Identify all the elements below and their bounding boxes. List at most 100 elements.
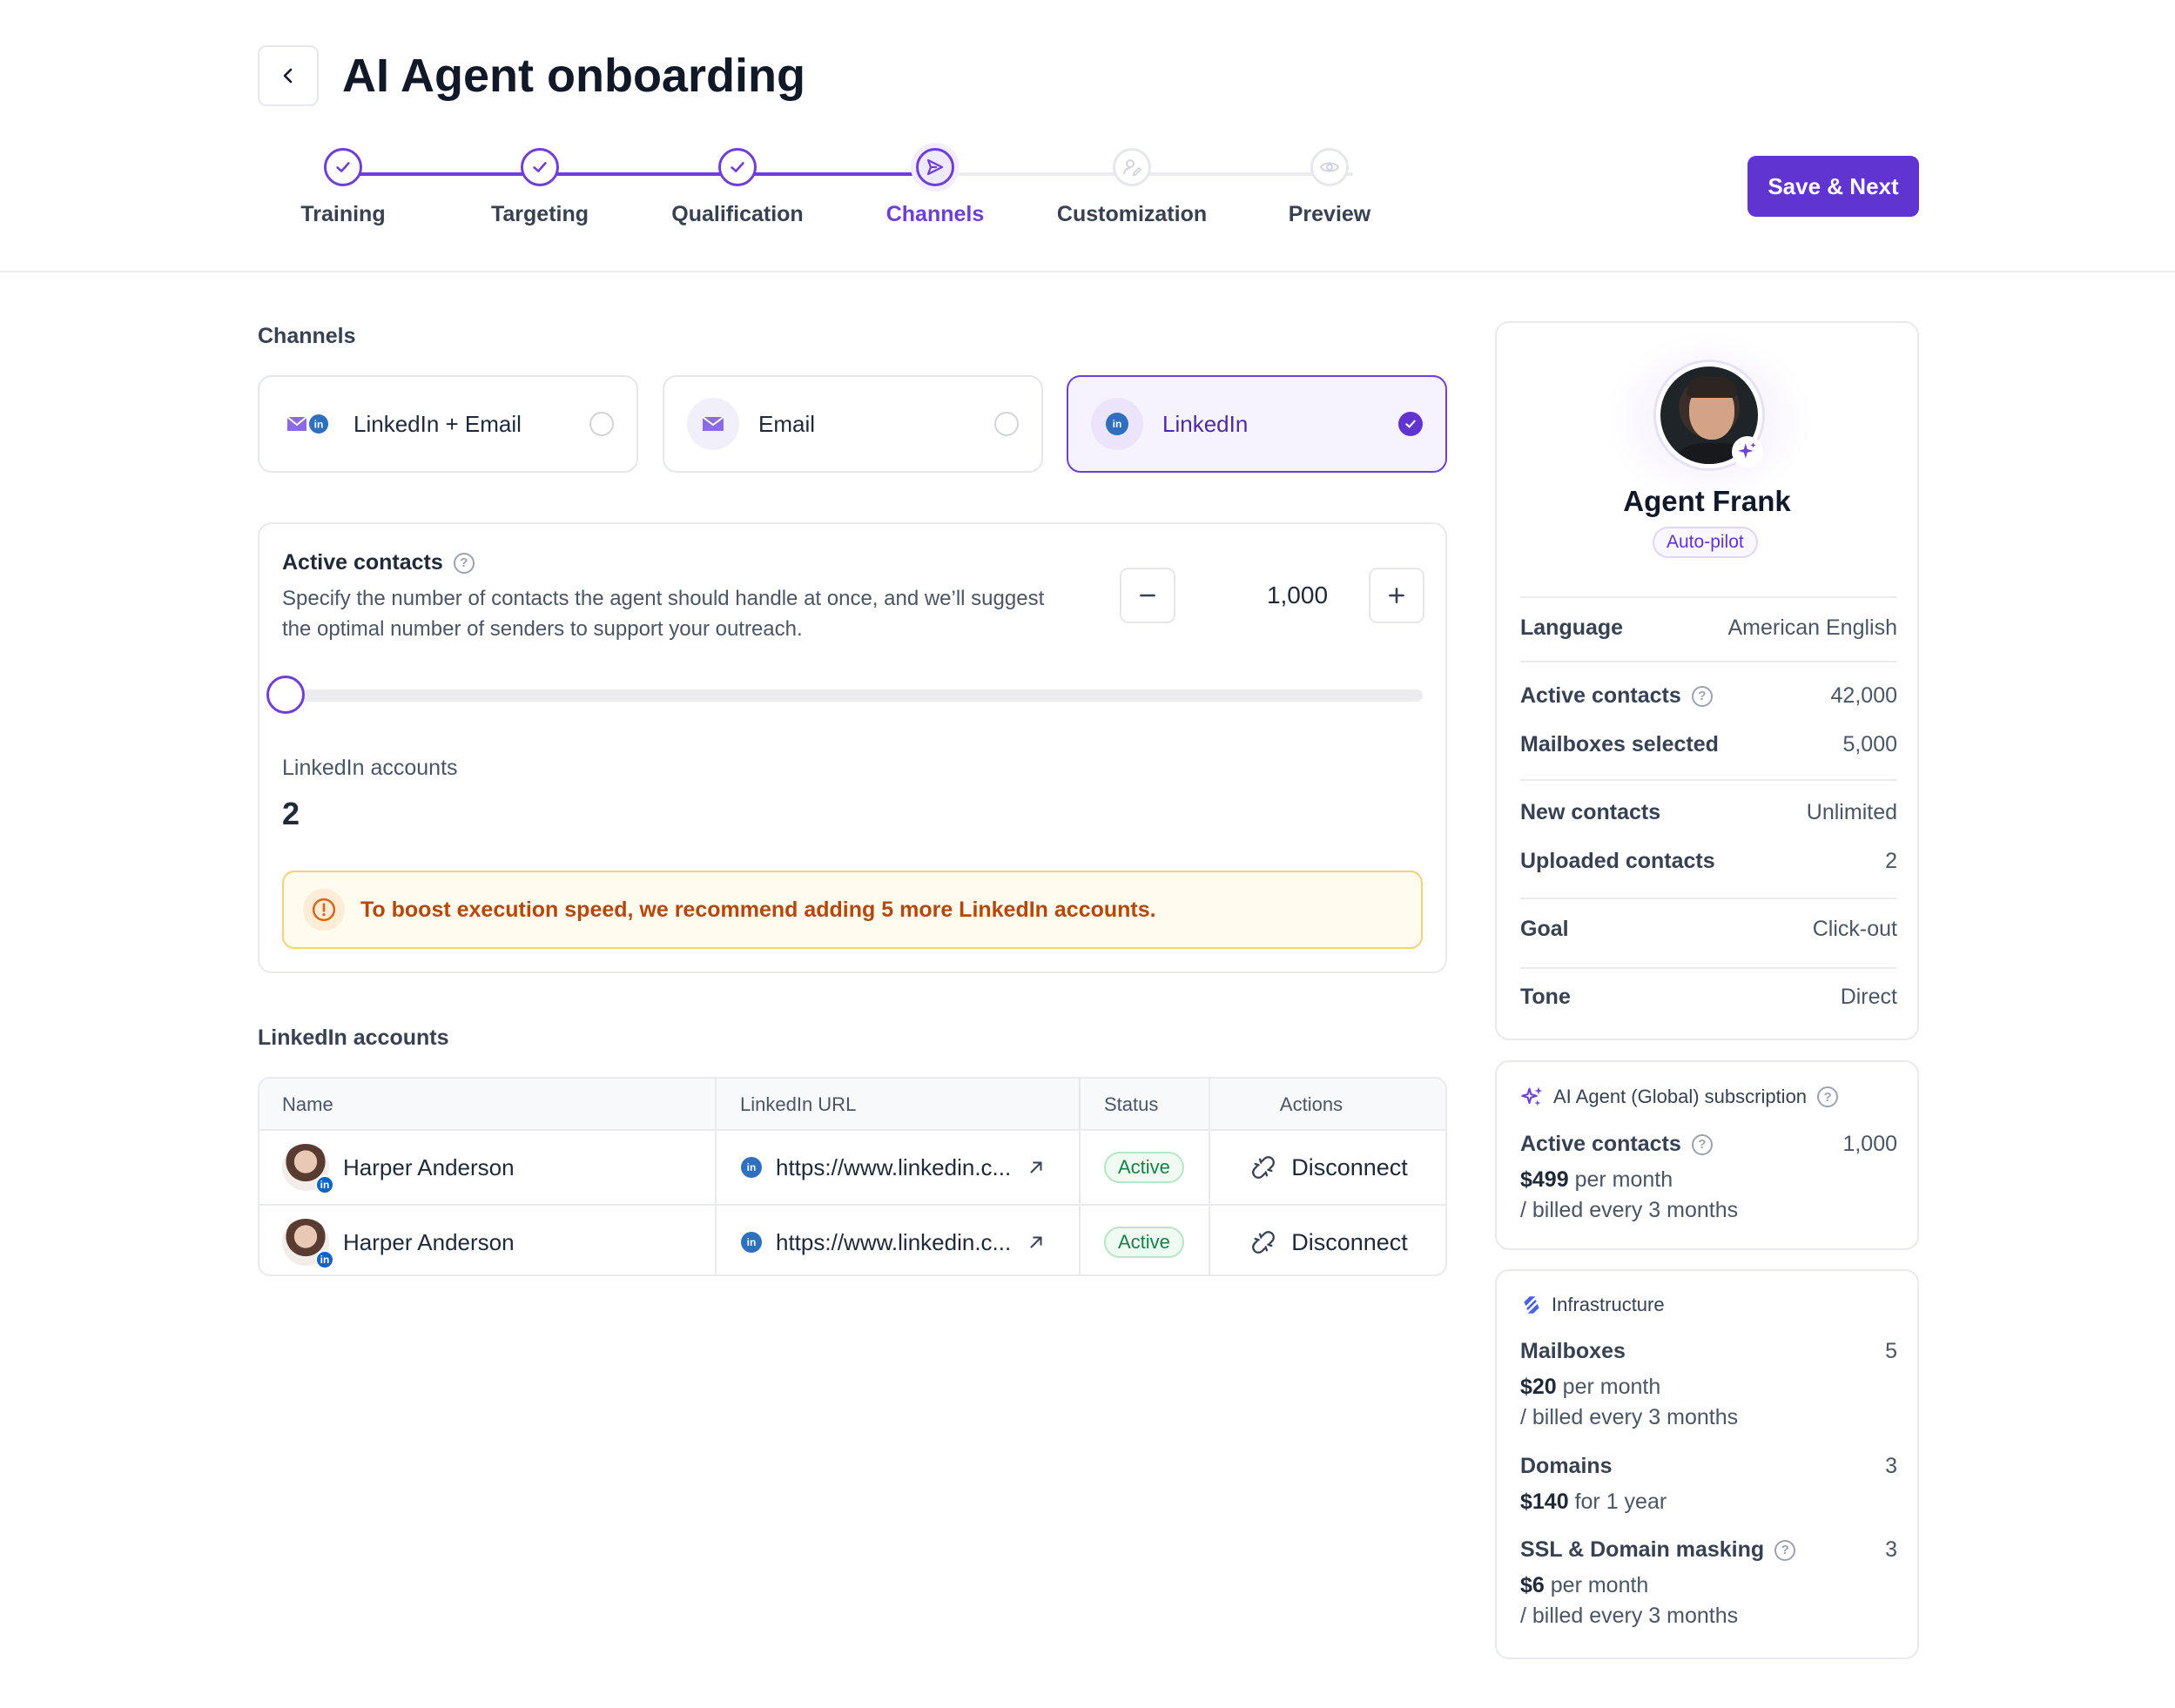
account-url[interactable]: https://www.linkedin.c... [776,1154,1011,1181]
external-link-icon[interactable] [1027,1158,1046,1177]
ai-sparkles-icon [1520,1085,1545,1109]
help-icon[interactable]: ? [1774,1539,1796,1561]
channel-option-email[interactable]: Email [663,375,1043,473]
infra-mailboxes: Mailboxes 5 [1520,1339,1897,1364]
info-row-tone: Tone Direct [1520,985,1897,1010]
info-value: 2 [1885,849,1897,873]
table-header: Name LinkedIn URL Status Actions [259,1079,1445,1131]
active-contacts-slider[interactable] [266,676,1423,714]
check-icon [1405,420,1416,428]
alert-circle-icon [303,889,345,931]
step-label: Customization [1056,202,1208,226]
active-contacts-description: Specify the number of contacts the agent… [282,587,1045,641]
disconnect-label: Disconnect [1291,1228,1408,1255]
infra-ssl: SSL & Domain masking? 3 [1520,1537,1897,1563]
mail-icon [687,398,739,450]
kv-key: Domains [1520,1454,1613,1478]
onboarding-stepper: Training Targeting Qualification Channel… [258,148,1424,252]
step-qualification[interactable]: Qualification [639,148,836,227]
page-title: AI Agent onboarding [342,50,805,102]
avatar: in [282,1144,334,1194]
linkedin-badge-icon: in [315,1175,334,1194]
help-icon[interactable]: ? [1817,1086,1839,1107]
step-label: Qualification [671,202,804,226]
minus-icon [1140,594,1155,597]
column-header-url: LinkedIn URL [740,1093,857,1115]
linkedin-icon: in [741,1157,762,1178]
disconnect-button[interactable]: Disconnect [1249,1153,1408,1181]
linkedin-badge-icon: in [315,1250,334,1269]
check-icon [521,148,559,186]
info-key: Language [1520,615,1624,640]
subscription-card: AI Agent (Global) subscription ? Active … [1495,1060,1919,1250]
sparkle-icon [1732,436,1763,467]
info-key: Tone [1520,985,1571,1009]
actions-cell: Disconnect [1210,1206,1445,1274]
infrastructure-header: Infrastructure [1520,1294,1665,1316]
account-url[interactable]: https://www.linkedin.c... [776,1229,1011,1256]
step-label: Preview [1288,202,1371,226]
channel-radio[interactable] [994,412,1019,436]
step-training[interactable]: Training [245,148,441,227]
agent-name: Agent Frank [1623,485,1791,517]
unlink-icon [1252,1231,1276,1254]
infrastructure-card: Infrastructure Mailboxes 5 $20 per month… [1495,1269,1919,1659]
actions-cell: Disconnect [1210,1131,1445,1204]
linkedin-accounts-label: LinkedIn accounts [282,756,458,780]
save-next-button[interactable]: Save & Next [1747,156,1919,217]
status-cell: Active [1104,1206,1184,1274]
info-value: Direct [1840,985,1897,1009]
info-divider [1520,779,1897,781]
linkedin-accounts-count: 2 [282,796,300,831]
channel-radio-checked[interactable] [1398,412,1423,436]
subscription-header: AI Agent (Global) subscription ? [1520,1085,1839,1109]
kv-value: 3 [1885,1454,1897,1478]
increment-button[interactable] [1369,568,1424,623]
slider-thumb[interactable] [266,676,305,714]
info-value: American English [1727,615,1897,640]
disconnect-button[interactable]: Disconnect [1249,1228,1408,1256]
mail-linkedin-icon: in [282,398,334,450]
send-icon [916,148,954,186]
subscription-price: $499 per month / billed every 3 months [1520,1167,1739,1222]
user-edit-icon [1113,148,1151,186]
infra-ssl-price: $6 per month / billed every 3 months [1520,1573,1739,1628]
help-icon[interactable]: ? [1691,1133,1713,1155]
help-icon[interactable]: ? [453,552,475,574]
info-divider [1520,596,1897,598]
url-cell[interactable]: in https://www.linkedin.c... [741,1131,1046,1204]
kv-key: Active contacts? [1520,1132,1713,1157]
kv-key: SSL & Domain masking? [1520,1537,1796,1563]
status-badge: Active [1104,1152,1184,1183]
info-row-language: Language American English [1520,615,1897,641]
back-button[interactable] [258,45,319,106]
subscription-active-contacts: Active contacts? 1,000 [1520,1132,1897,1157]
channel-label: LinkedIn + Email [354,410,522,437]
infrastructure-title: Infrastructure [1552,1294,1665,1315]
help-icon[interactable]: ? [1691,685,1713,707]
step-channels[interactable]: Channels [837,148,1034,227]
decrement-button[interactable] [1120,568,1175,623]
kv-key: Mailboxes [1520,1339,1626,1363]
info-key: Uploaded contacts [1520,849,1715,873]
info-value: Click-out [1812,917,1897,941]
step-customization[interactable]: Customization [1034,148,1230,227]
active-contacts-card: Active contacts ? Specify the number of … [258,522,1447,973]
infra-mailboxes-price: $20 per month / billed every 3 months [1520,1375,1739,1429]
unlink-icon [1252,1156,1276,1179]
check-icon [718,148,757,186]
step-targeting[interactable]: Targeting [441,148,638,227]
channel-radio[interactable] [589,412,614,436]
linkedin-icon: in [741,1232,762,1253]
column-header-name: Name [282,1093,333,1115]
step-preview[interactable]: Preview [1231,148,1428,227]
eye-icon [1310,148,1349,186]
info-divider [1520,967,1897,969]
channel-option-linkedin-email[interactable]: in LinkedIn + Email [258,375,638,473]
channel-option-linkedin[interactable]: in LinkedIn [1067,375,1447,473]
external-link-icon[interactable] [1027,1233,1046,1252]
info-row-goal: Goal Click-out [1520,917,1897,942]
info-divider [1520,661,1897,662]
infra-domains-price: $140 for 1 year [1520,1489,1667,1514]
url-cell[interactable]: in https://www.linkedin.c... [741,1206,1046,1274]
